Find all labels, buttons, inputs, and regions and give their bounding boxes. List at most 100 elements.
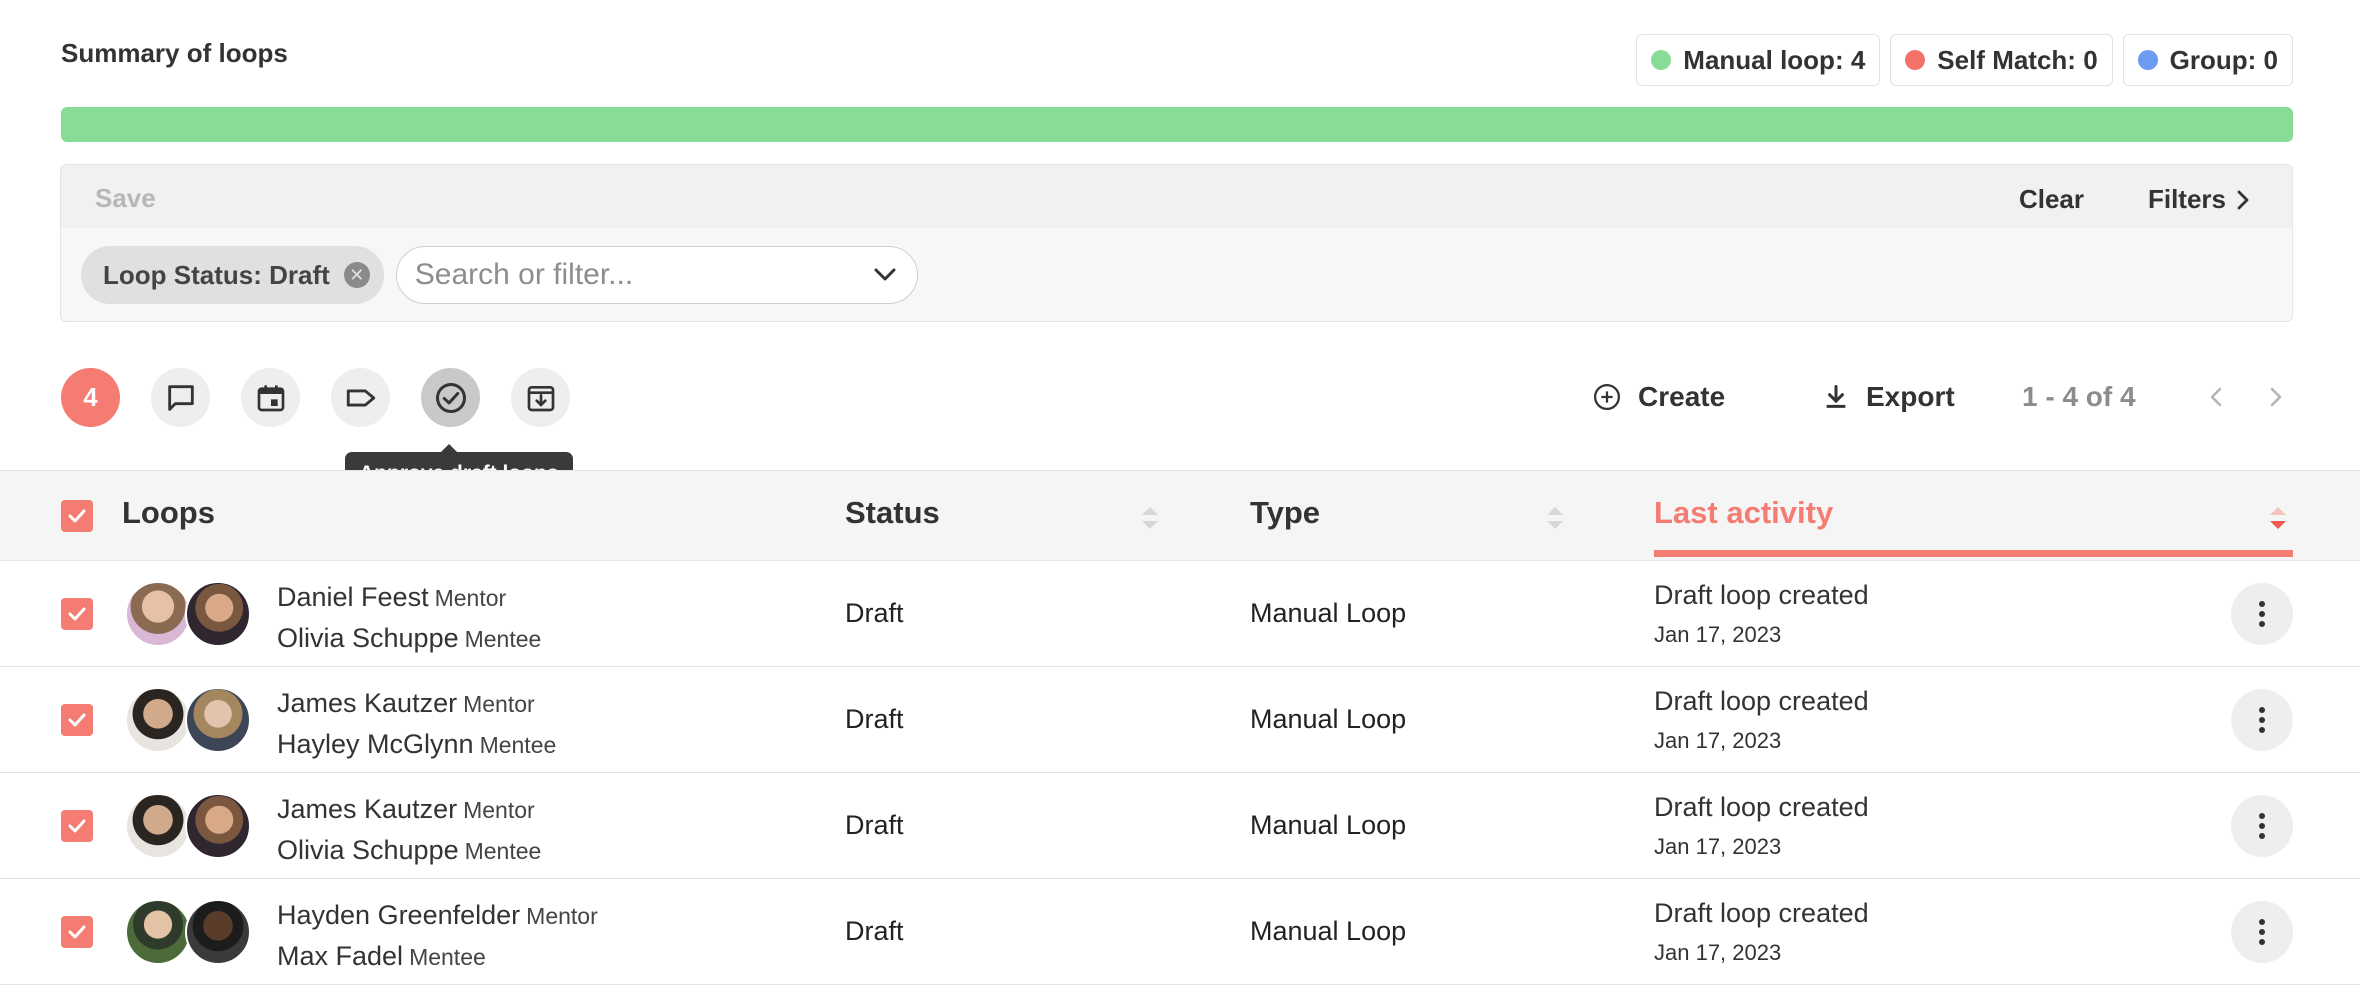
mentee-role: Mentee [464,838,542,864]
message-button[interactable] [151,368,210,427]
clear-filters-button[interactable]: Clear [2019,184,2084,215]
avatar [125,581,191,647]
sort-icon[interactable] [1138,503,1162,533]
status-cell: Draft [845,598,904,628]
avatar [125,687,191,753]
mentor-name[interactable]: James Kautzer [277,794,457,824]
last-activity-cell: Draft loop created Jan 17, 2023 [1654,787,1869,867]
export-label: Export [1866,381,1955,412]
type-cell: Manual Loop [1250,598,1407,628]
chevron-down-icon[interactable] [873,267,897,283]
filters-label: Filters [2147,184,2226,214]
bulk-actions-toolbar: 4 [61,368,570,427]
next-page-button[interactable] [2260,381,2292,413]
table-row[interactable]: Hayden Greenfelder Mentor Max Fadel Mentee… [0,879,2360,985]
remove-filter-icon[interactable]: ✕ [343,262,370,288]
mentee-name[interactable]: Max Fadel [277,941,403,971]
mentee-name[interactable]: Hayley McGlynn [277,729,474,759]
row-menu-button[interactable] [2231,901,2293,963]
row-checkbox[interactable] [61,810,93,842]
activity-text: Draft loop created [1654,898,1869,928]
loop-members: James Kautzer Mentor Hayley McGlynn Mentee [277,683,556,765]
activity-date: Jan 17, 2023 [1654,834,1782,859]
export-button[interactable]: Export [1822,375,1955,419]
row-menu-button[interactable] [2231,689,2293,751]
loop-members: James Kautzer Mentor Olivia Schuppe Mentee [277,789,541,871]
search-input[interactable] [414,258,835,292]
chevron-left-icon [2210,387,2222,407]
row-checkbox[interactable] [61,916,93,948]
loop-avatars [125,581,255,647]
filter-tag-loop-status: Loop Status: Draft ✕ [81,246,384,304]
loop-type-legend: Manual loop: 4 Self Match: 0 Group: 0 [1636,34,2293,86]
table-row[interactable]: James Kautzer Mentor Hayley McGlynn Mentee… [0,667,2360,773]
avatar [185,899,251,965]
sort-icon[interactable] [1543,503,1567,533]
checkmark-icon [68,819,86,833]
plus-circle-icon [1594,384,1620,410]
last-activity-cell: Draft loop created Jan 17, 2023 [1654,681,1869,761]
tag-button[interactable] [331,368,390,427]
sort-descending-icon[interactable] [2266,503,2290,533]
mentor-line: Hayden Greenfelder Mentor [277,895,598,936]
mentee-role: Mentee [479,732,557,758]
mentor-name[interactable]: James Kautzer [277,688,457,718]
row-checkbox[interactable] [61,704,93,736]
mentee-role: Mentee [464,626,542,652]
mentor-role: Mentor [434,585,507,611]
calendar-icon [257,384,284,411]
chevron-right-icon [2237,190,2249,209]
activity-date: Jan 17, 2023 [1654,728,1782,753]
mentee-name[interactable]: Olivia Schuppe [277,835,459,865]
checkmark-icon [68,607,86,621]
row-menu-button[interactable] [2231,583,2293,645]
column-header-loops[interactable]: Loops [122,495,215,531]
loop-members: Hayden Greenfelder Mentor Max Fadel Mentee [277,895,598,977]
checkmark-icon [68,713,86,727]
filter-panel: Save Clear Filters Loop Status: Draft ✕ [60,164,2293,322]
loop-avatars [125,793,255,859]
table-row[interactable]: Daniel Feest Mentor Olivia Schuppe Mentee … [0,561,2360,667]
legend-manual-loop: Manual loop: 4 [1636,34,1881,86]
mentee-name[interactable]: Olivia Schuppe [277,623,459,653]
type-cell: Manual Loop [1250,704,1407,734]
row-menu-button[interactable] [2231,795,2293,857]
mentee-line: Max Fadel Mentee [277,936,598,977]
archive-button[interactable] [511,368,570,427]
legend-self-match-label: Self Match: 0 [1937,44,2098,75]
schedule-button[interactable] [241,368,300,427]
avatar [185,687,251,753]
row-checkbox[interactable] [61,598,93,630]
legend-group: Group: 0 [2122,34,2293,86]
search-filter-box[interactable] [395,246,918,304]
loop-summary-bar [61,107,2293,142]
previous-page-button[interactable] [2200,381,2232,413]
select-all-checkbox[interactable] [61,500,93,532]
table-header: Loops Status Type Last activity [0,470,2360,561]
mentor-name[interactable]: Daniel Feest [277,582,429,612]
last-activity-cell: Draft loop created Jan 17, 2023 [1654,575,1869,655]
active-sort-underline [1654,550,2293,557]
mentor-line: Daniel Feest Mentor [277,577,541,618]
create-button[interactable]: Create [1592,375,1725,419]
mentor-name[interactable]: Hayden Greenfelder [277,900,520,930]
pagination-range: 1 - 4 of 4 [2022,381,2136,412]
column-header-status[interactable]: Status [845,495,940,531]
column-header-type[interactable]: Type [1250,495,1320,531]
mentee-line: Hayley McGlynn Mentee [277,724,556,765]
comment-icon [167,384,194,411]
legend-group-label: Group: 0 [2169,44,2278,75]
more-vertical-icon [2259,707,2265,733]
more-vertical-icon [2259,919,2265,945]
blue-dot-icon [2137,50,2158,70]
mentor-role: Mentor [463,691,535,717]
check-circle-icon [435,382,466,413]
status-cell: Draft [845,704,904,734]
table-row[interactable]: James Kautzer Mentor Olivia Schuppe Mentee… [0,773,2360,879]
filters-button[interactable]: Filters [2148,184,2250,215]
mentor-line: James Kautzer Mentor [277,683,556,724]
save-filter-button[interactable]: Save [95,183,156,214]
approve-draft-loops-button[interactable] [421,368,480,427]
activity-text: Draft loop created [1654,792,1869,822]
column-header-last-activity[interactable]: Last activity [1654,495,1833,531]
